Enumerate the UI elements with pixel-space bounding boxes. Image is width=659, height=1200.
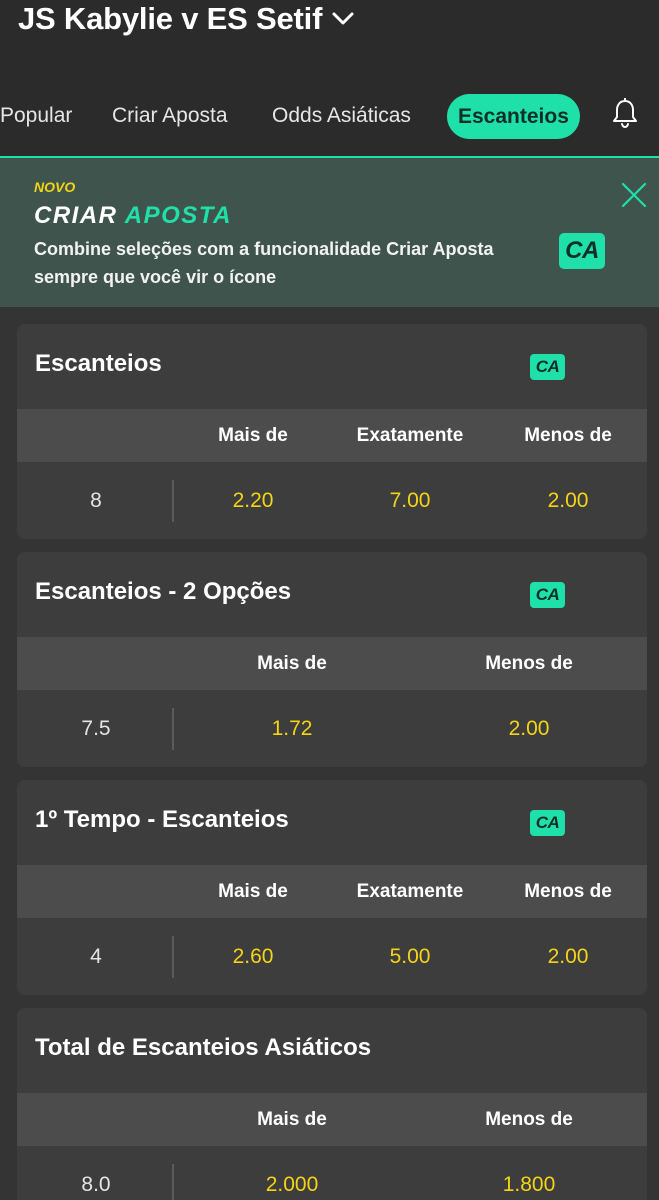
close-icon[interactable] — [621, 182, 647, 208]
chevron-down-icon — [332, 12, 354, 26]
market-line: 8.0 — [81, 1173, 111, 1196]
tab-odds-asiaticas[interactable]: Odds Asiáticas — [272, 93, 411, 139]
column-mais-de: Mais de — [218, 881, 288, 902]
promo-description: Combine seleções com a funcionalidade Cr… — [34, 239, 494, 287]
ca-badge: CA — [530, 582, 565, 608]
odds-button-menos-de[interactable]: 2.00 — [489, 690, 570, 767]
promo-tag: NOVO — [34, 179, 76, 195]
row-divider — [172, 708, 174, 750]
market-card-escanteios: Escanteios CA Mais de Exatamente Menos d… — [17, 324, 647, 539]
odds-button-mais-de[interactable]: 1.72 — [252, 690, 333, 767]
tab-popular[interactable]: Popular — [0, 93, 72, 139]
market-line: 8 — [90, 489, 102, 512]
promo-title-part2: APOSTA — [124, 202, 233, 229]
match-selector[interactable]: JS Kabylie v ES Setif — [18, 0, 354, 38]
bell-icon[interactable] — [611, 97, 639, 130]
column-menos-de: Menos de — [524, 881, 612, 902]
tab-criar-aposta[interactable]: Criar Aposta — [112, 93, 228, 139]
column-mais-de: Mais de — [257, 1109, 327, 1130]
column-exatamente: Exatamente — [356, 425, 464, 446]
market-line: 4 — [90, 945, 102, 968]
odds-button-mais-de[interactable]: 2.60 — [213, 918, 294, 995]
market-column-header: Mais de Exatamente Menos de — [17, 409, 647, 462]
market-tabs: Popular Criar Aposta Odds Asiáticas Esca… — [0, 93, 659, 139]
odds-button-exatamente[interactable]: 5.00 — [370, 918, 451, 995]
market-row: 8.0 2.000 1.800 — [17, 1146, 647, 1200]
market-row: 4 2.60 5.00 2.00 — [17, 918, 647, 995]
odds-button-menos-de[interactable]: 2.00 — [528, 918, 609, 995]
promo-title-part1: CRIAR — [34, 202, 118, 229]
column-menos-de: Menos de — [485, 653, 573, 674]
tab-escanteios[interactable]: Escanteios — [447, 94, 580, 139]
market-row: 8 2.20 7.00 2.00 — [17, 462, 647, 539]
odds-button-mais-de[interactable]: 2.20 — [213, 462, 294, 539]
column-mais-de: Mais de — [218, 425, 288, 446]
odds-button-exatamente[interactable]: 7.00 — [370, 462, 451, 539]
ca-badge: CA — [559, 233, 605, 269]
odds-button-menos-de[interactable]: 2.00 — [528, 462, 609, 539]
market-column-header: Mais de Menos de — [17, 637, 647, 690]
row-divider — [172, 1164, 174, 1200]
column-menos-de: Menos de — [524, 425, 612, 446]
market-title: Escanteios - 2 Opções — [35, 578, 292, 605]
market-title: Total de Escanteios Asiáticos — [35, 1034, 372, 1061]
column-exatamente: Exatamente — [356, 881, 464, 902]
market-line: 7.5 — [81, 717, 111, 740]
row-divider — [172, 480, 174, 522]
ca-badge: CA — [530, 354, 565, 380]
market-card-1o-tempo-escanteios: 1º Tempo - Escanteios CA Mais de Exatame… — [17, 780, 647, 995]
market-card-total-escanteios-asiaticos: Total de Escanteios Asiáticos Mais de Me… — [17, 1008, 647, 1200]
top-header: JS Kabylie v ES Setif Popular Criar Apos… — [0, 0, 659, 156]
ca-badge: CA — [530, 810, 565, 836]
criar-aposta-promo: NOVO CRIAR APOSTA Combine seleções com a… — [0, 156, 659, 307]
market-title: 1º Tempo - Escanteios — [35, 806, 289, 833]
market-title: Escanteios — [35, 350, 162, 377]
market-column-header: Mais de Menos de — [17, 1093, 647, 1146]
column-mais-de: Mais de — [257, 653, 327, 674]
match-title: JS Kabylie v ES Setif — [18, 1, 323, 36]
promo-title: CRIAR APOSTA — [34, 202, 232, 230]
odds-button-menos-de[interactable]: 1.800 — [483, 1146, 576, 1200]
odds-button-mais-de[interactable]: 2.000 — [246, 1146, 339, 1200]
column-menos-de: Menos de — [485, 1109, 573, 1130]
market-row: 7.5 1.72 2.00 — [17, 690, 647, 767]
market-column-header: Mais de Exatamente Menos de — [17, 865, 647, 918]
market-card-escanteios-2-opcoes: Escanteios - 2 Opções CA Mais de Menos d… — [17, 552, 647, 767]
row-divider — [172, 936, 174, 978]
